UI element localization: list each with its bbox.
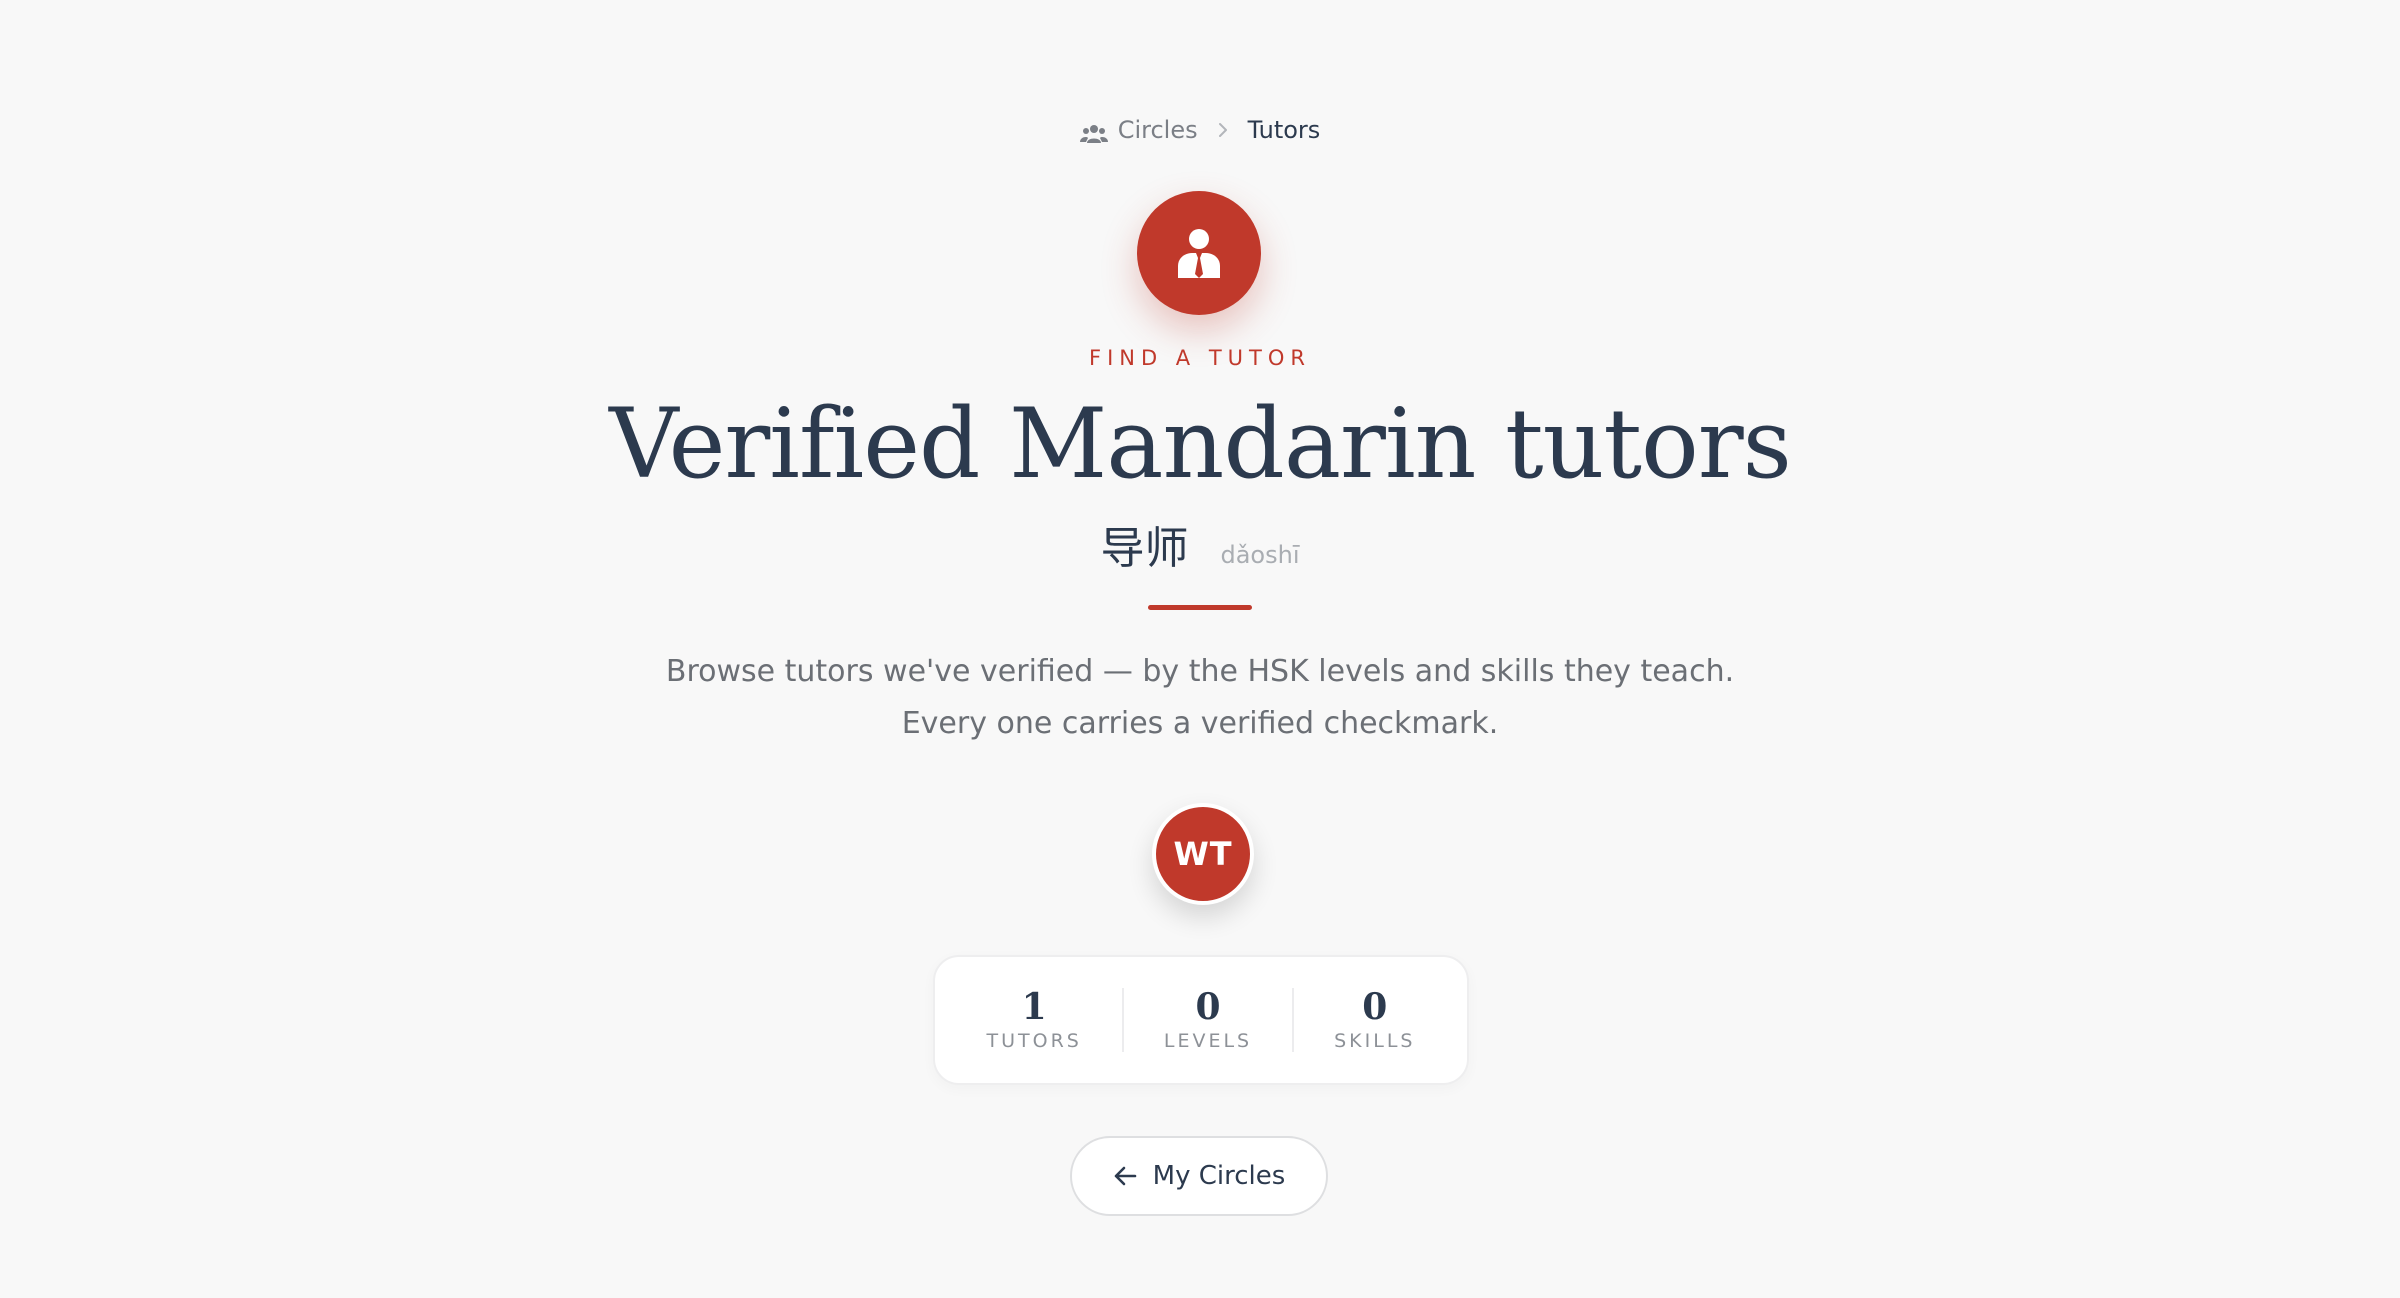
- chinese-term: 导师 dǎoshī: [0, 512, 2400, 576]
- avatar[interactable]: WT: [1152, 803, 1254, 905]
- stat-value: 0: [1362, 986, 1388, 1028]
- my-circles-label: My Circles: [1152, 1161, 1286, 1191]
- breadcrumb-item-label: Circles: [1117, 116, 1198, 144]
- people-icon: [1079, 119, 1108, 143]
- title-divider: [1148, 605, 1252, 610]
- stat-levels: 0 LEVELS: [1121, 986, 1292, 1052]
- stats-card: 1 TUTORS 0 LEVELS 0 SKILLS: [933, 955, 1469, 1085]
- breadcrumb-item-circles[interactable]: Circles: [1079, 112, 1198, 148]
- arrow-left-icon: [1113, 1165, 1137, 1187]
- stat-label: TUTORS: [986, 1030, 1082, 1052]
- stat-label: SKILLS: [1334, 1030, 1416, 1052]
- stat-value: 1: [1021, 986, 1047, 1028]
- stat-skills: 0 SKILLS: [1292, 988, 1455, 1052]
- eyebrow-label: FIND A TUTOR: [1088, 346, 1311, 370]
- stat-tutors: 1 TUTORS: [947, 988, 1122, 1052]
- page: Circles Tutors FIND A TUTOR Verified Man…: [0, 0, 2400, 1298]
- hanzi-text: 导师: [1100, 523, 1189, 574]
- page-description: Browse tutors we've verified — by the HS…: [665, 654, 1735, 741]
- stat-value: 0: [1195, 986, 1221, 1028]
- breadcrumb-item-tutors: Tutors: [1247, 116, 1321, 144]
- chevron-right-icon: [1218, 122, 1228, 138]
- page-title: Verified Mandarin tutors: [609, 388, 1792, 500]
- pinyin-text: dǎoshī: [1220, 541, 1300, 569]
- breadcrumb: Circles Tutors: [0, 112, 2400, 148]
- tutor-icon: [1137, 191, 1261, 315]
- stat-label: LEVELS: [1163, 1030, 1253, 1052]
- my-circles-button[interactable]: My Circles: [1070, 1136, 1328, 1216]
